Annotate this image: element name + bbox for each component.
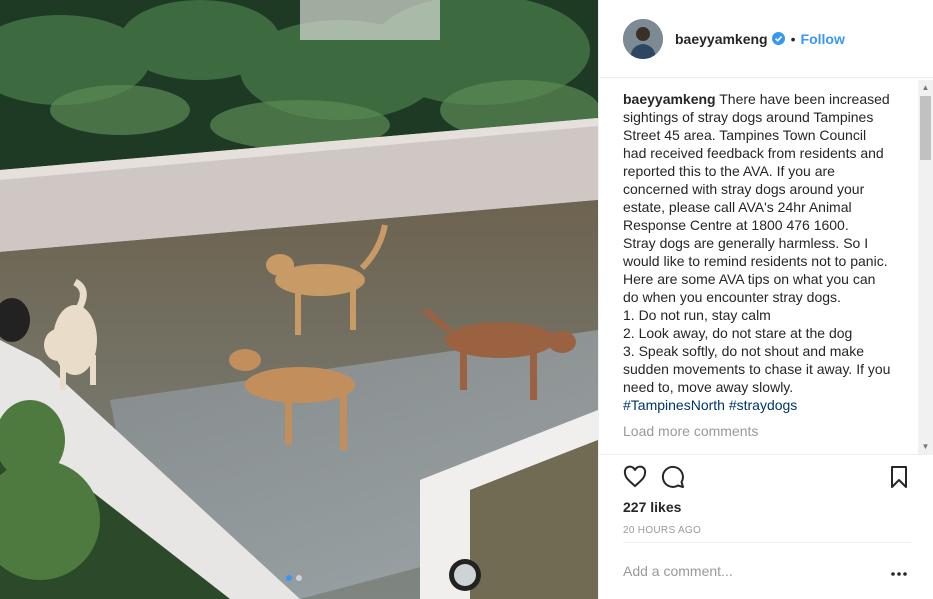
carousel-dot-active <box>286 575 292 581</box>
heart-icon[interactable] <box>623 465 649 491</box>
stray-dogs-photo <box>0 0 598 599</box>
add-comment-bar <box>623 542 911 599</box>
more-options-icon[interactable] <box>891 565 907 576</box>
hashtag-link[interactable]: #TampinesNorth <box>623 397 725 413</box>
comment-input[interactable] <box>623 563 873 579</box>
post-photo[interactable] <box>0 0 598 599</box>
post-actions: 227 likes 20 HOURS AGO <box>599 454 933 536</box>
comment-bubble-icon[interactable] <box>661 465 687 491</box>
post-panel: baeyyamkeng • Follow baeyyamkeng There h… <box>598 0 933 599</box>
action-icon-row <box>621 465 914 491</box>
caption: baeyyamkeng There have been increased si… <box>623 90 893 414</box>
comments-scrollbar[interactable]: ▲ ▼ <box>918 80 933 454</box>
username-link[interactable]: baeyyamkeng <box>675 31 768 47</box>
scrollbar-thumb[interactable] <box>920 96 931 160</box>
scroll-up-icon[interactable]: ▲ <box>921 83 930 92</box>
hashtag-link[interactable]: #straydogs <box>729 397 797 413</box>
likes-count[interactable]: 227 likes <box>623 499 681 515</box>
carousel-dot <box>296 575 302 581</box>
load-more-comments-button[interactable]: Load more comments <box>623 422 893 440</box>
separator-dot: • <box>790 30 796 47</box>
carousel-indicator <box>286 575 302 581</box>
follow-button[interactable]: Follow <box>801 31 845 47</box>
post-timestamp[interactable]: 20 HOURS AGO <box>623 525 701 536</box>
caption-username[interactable]: baeyyamkeng <box>623 91 716 107</box>
avatar[interactable] <box>623 18 663 59</box>
header-user-block: baeyyamkeng • Follow <box>675 31 845 47</box>
scroll-down-icon[interactable]: ▼ <box>921 442 930 451</box>
caption-text: There have been increased sightings of s… <box>623 91 891 395</box>
comments-area[interactable]: baeyyamkeng There have been increased si… <box>623 90 893 452</box>
bookmark-icon[interactable] <box>887 465 913 491</box>
verified-badge-icon <box>771 32 785 45</box>
post-header: baeyyamkeng • Follow <box>599 0 933 78</box>
